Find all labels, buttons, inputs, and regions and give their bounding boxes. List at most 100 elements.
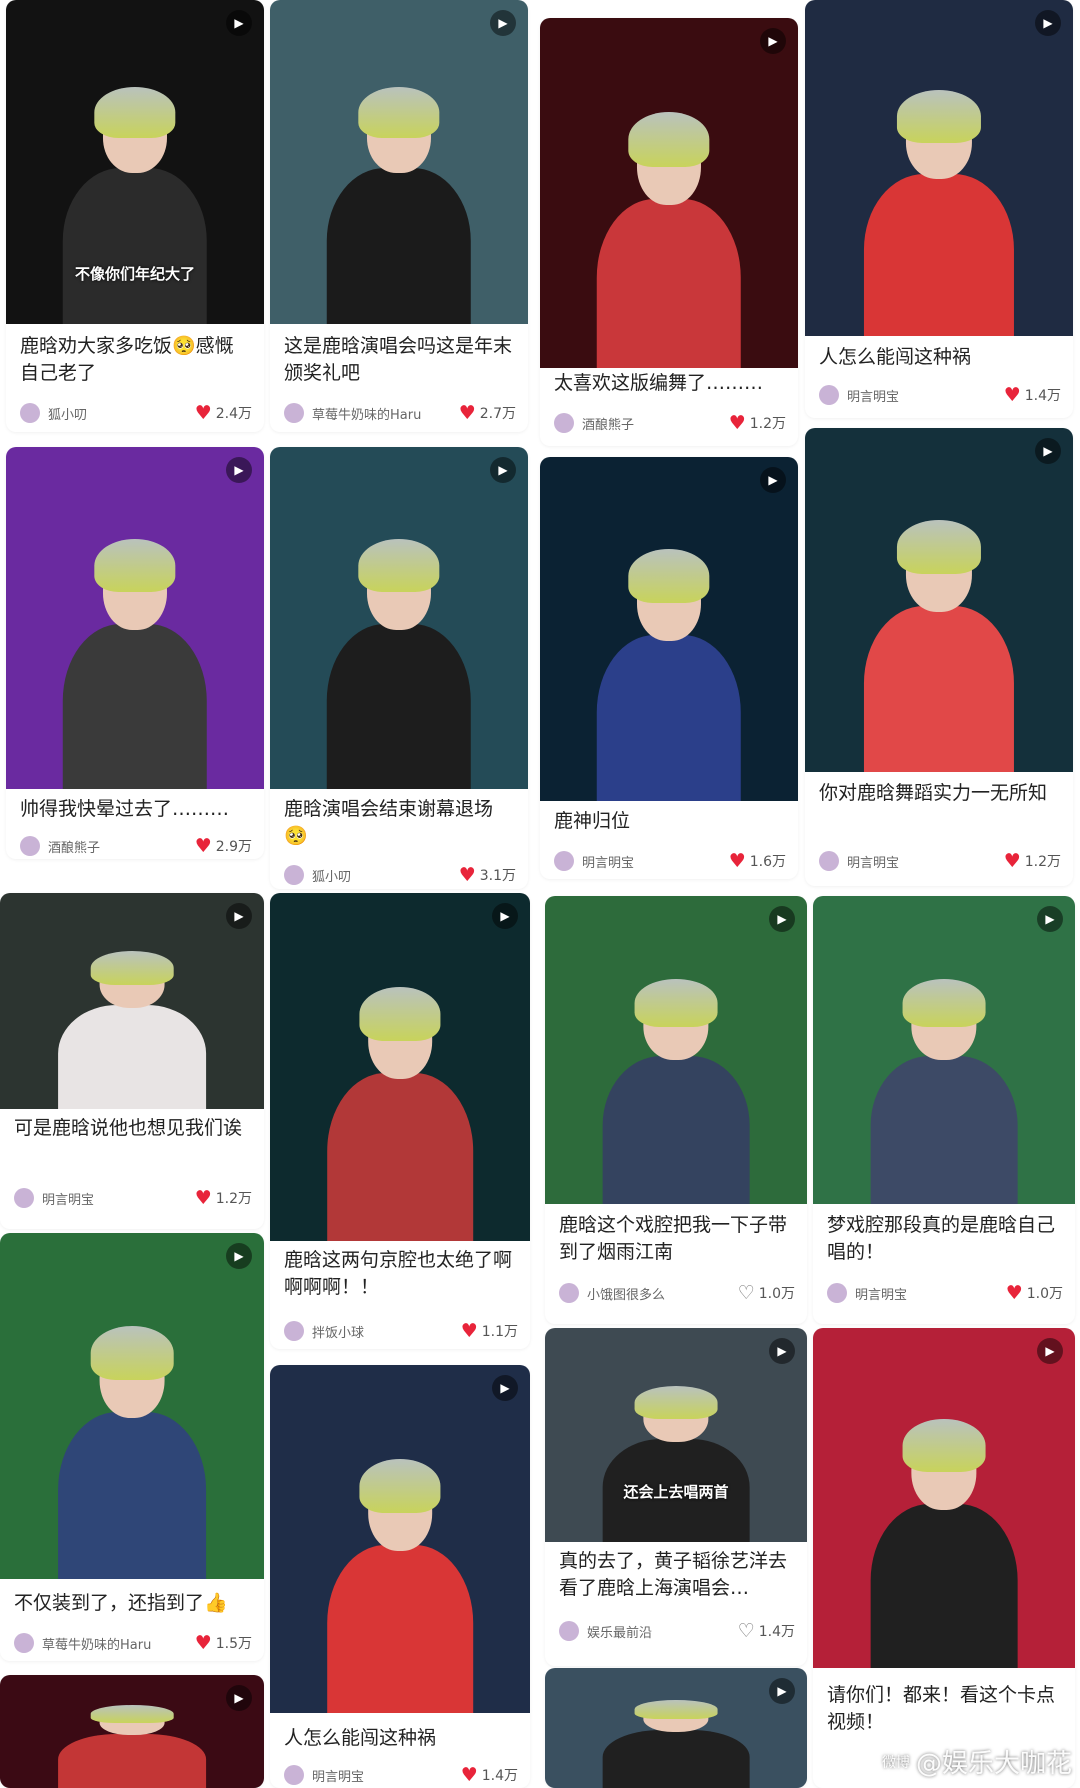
author-name[interactable]: 拌饭小球 [312, 1322, 461, 1341]
video-thumbnail[interactable]: ▶ [270, 0, 528, 324]
like-button[interactable]: ♡ 1.4万 [738, 1621, 795, 1641]
feed-card[interactable]: ▶ 帅得我快晕过去了……… 酒酿熊子 ♥ 2.9万 [6, 447, 264, 859]
avatar[interactable] [559, 1621, 579, 1641]
feed-card[interactable]: 不像你们年纪大了 ▶ 鹿晗劝大家多吃饭🥺感慨自己老了 狐小叨 ♥ 2.4万 [6, 0, 264, 432]
video-thumbnail[interactable]: ▶ [270, 447, 528, 789]
card-title[interactable]: 可是鹿晗说他也想见我们诶 [14, 1115, 252, 1142]
card-title[interactable]: 真的去了，黄子韬徐艺洋去看了鹿晗上海演唱会… [559, 1548, 795, 1602]
like-button[interactable]: ♥ 1.4万 [461, 1765, 518, 1785]
avatar[interactable] [284, 1321, 304, 1341]
author-name[interactable]: 明言明宝 [582, 852, 729, 871]
author-name[interactable]: 明言明宝 [847, 386, 1004, 405]
avatar[interactable] [819, 385, 839, 405]
heart-icon[interactable]: ♥ [195, 1188, 212, 1208]
video-thumbnail[interactable]: ▶ [813, 1328, 1075, 1668]
feed-card[interactable]: ▶ 人怎么能闯这种祸 明言明宝 ♥ 1.4万 [805, 0, 1073, 418]
play-icon[interactable]: ▶ [490, 457, 516, 483]
card-title[interactable]: 你对鹿晗舞蹈实力一无所知 [819, 780, 1061, 807]
video-thumbnail[interactable]: ▶ [540, 457, 798, 801]
feed-card[interactable]: ▶ 请你们！都来！看这个卡点视频！ [813, 1328, 1075, 1788]
play-icon[interactable]: ▶ [226, 457, 252, 483]
feed-card[interactable]: 还会上去唱两首 ▶ 真的去了，黄子韬徐艺洋去看了鹿晗上海演唱会… 娱乐最前沿 ♡ 1.4万 [545, 1328, 807, 1666]
like-button[interactable]: ♥ 1.2万 [195, 1188, 252, 1208]
feed-card[interactable]: ▶ 梦戏腔那段真的是鹿晗自己唱的！ 明言明宝 ♥ 1.0万 [813, 896, 1075, 1324]
feed-card[interactable]: ▶ 鹿神归位 明言明宝 ♥ 1.6万 [540, 457, 798, 879]
card-title[interactable]: 人怎么能闯这种祸 [819, 344, 1061, 371]
play-icon[interactable]: ▶ [226, 10, 252, 36]
feed-card[interactable]: ▶ 可是鹿晗说他也想见我们诶明言明宝 ♥ 1.2万 [0, 893, 264, 1229]
play-icon[interactable]: ▶ [1035, 10, 1061, 36]
avatar[interactable] [20, 403, 40, 423]
avatar[interactable] [554, 851, 574, 871]
video-thumbnail[interactable]: ▶ [270, 1365, 530, 1713]
play-icon[interactable]: ▶ [226, 903, 252, 929]
feed-card[interactable]: ▶ [545, 1668, 807, 1788]
author-name[interactable]: 明言明宝 [847, 852, 1004, 871]
author-name[interactable]: 明言明宝 [855, 1284, 1006, 1303]
avatar[interactable] [819, 851, 839, 871]
heart-icon[interactable]: ♡ [738, 1621, 755, 1641]
card-title[interactable]: 请你们！都来！看这个卡点视频！ [827, 1682, 1063, 1736]
heart-icon[interactable]: ♥ [461, 1321, 478, 1341]
author-name[interactable]: 酒酿熊子 [582, 414, 729, 433]
heart-icon[interactable]: ♥ [461, 1765, 478, 1785]
heart-icon[interactable]: ♥ [195, 403, 212, 423]
author-name[interactable]: 酒酿熊子 [48, 837, 195, 856]
like-button[interactable]: ♥ 1.0万 [1006, 1283, 1063, 1303]
play-icon[interactable]: ▶ [769, 906, 795, 932]
play-icon[interactable]: ▶ [490, 10, 516, 36]
like-button[interactable]: ♥ 1.5万 [195, 1633, 252, 1653]
video-thumbnail[interactable]: ▶ [805, 0, 1073, 336]
avatar[interactable] [14, 1633, 34, 1653]
play-icon[interactable]: ▶ [492, 1375, 518, 1401]
card-title[interactable]: 鹿晗演唱会结束谢幕退场🥺 [284, 796, 516, 850]
card-title[interactable]: 太喜欢这版编舞了……… [554, 370, 786, 397]
play-icon[interactable]: ▶ [226, 1243, 252, 1269]
avatar[interactable] [827, 1283, 847, 1303]
heart-icon[interactable]: ♥ [459, 403, 476, 423]
card-title[interactable]: 鹿晗劝大家多吃饭🥺感慨自己老了 [20, 333, 252, 387]
heart-icon[interactable]: ♡ [738, 1283, 755, 1303]
card-title[interactable]: 帅得我快晕过去了……… [20, 796, 252, 823]
like-button[interactable]: ♥ 2.9万 [195, 836, 252, 856]
play-icon[interactable]: ▶ [1037, 906, 1063, 932]
heart-icon[interactable]: ♥ [729, 851, 746, 871]
card-title[interactable]: 不仅装到了，还指到了👍 [14, 1590, 252, 1617]
video-thumbnail[interactable]: 还会上去唱两首 ▶ [545, 1328, 807, 1542]
video-thumbnail[interactable]: ▶ [805, 428, 1073, 772]
avatar[interactable] [284, 865, 304, 885]
heart-icon[interactable]: ♥ [195, 1633, 212, 1653]
feed-card[interactable]: ▶ 鹿晗这个戏腔把我一下子带到了烟雨江南 小饿图很多么 ♡ 1.0万 [545, 896, 807, 1324]
heart-icon[interactable]: ♥ [1004, 385, 1021, 405]
video-thumbnail[interactable]: ▶ [6, 447, 264, 789]
video-thumbnail[interactable]: ▶ [0, 1675, 264, 1788]
avatar[interactable] [284, 403, 304, 423]
play-icon[interactable]: ▶ [1037, 1338, 1063, 1364]
feed-card[interactable]: ▶ 鹿晗演唱会结束谢幕退场🥺 狐小叨 ♥ 3.1万 [270, 447, 528, 889]
author-name[interactable]: 小饿图很多么 [587, 1284, 738, 1303]
author-name[interactable]: 明言明宝 [312, 1766, 461, 1785]
play-icon[interactable]: ▶ [1035, 438, 1061, 464]
feed-card[interactable]: ▶ 不仅装到了，还指到了👍 草莓牛奶味的Haru ♥ 1.5万 [0, 1233, 264, 1661]
play-icon[interactable]: ▶ [492, 903, 518, 929]
author-name[interactable]: 狐小叨 [48, 404, 195, 423]
author-name[interactable]: 明言明宝 [42, 1189, 195, 1208]
video-thumbnail[interactable]: ▶ [0, 1233, 264, 1579]
author-name[interactable]: 草莓牛奶味的Haru [42, 1634, 195, 1653]
card-title[interactable]: 梦戏腔那段真的是鹿晗自己唱的！ [827, 1212, 1063, 1266]
card-title[interactable]: 人怎么能闯这种祸 [284, 1725, 518, 1752]
play-icon[interactable]: ▶ [226, 1685, 252, 1711]
feed-card[interactable]: ▶ 鹿晗这两句京腔也太绝了啊啊啊啊！！ 拌饭小球 ♥ 1.1万 [270, 893, 530, 1349]
feed-card[interactable]: ▶ 这是鹿晗演唱会吗这是年末颁奖礼吧 草莓牛奶味的Haru ♥ 2.7万 [270, 0, 528, 432]
author-name[interactable]: 狐小叨 [312, 866, 459, 885]
video-thumbnail[interactable]: ▶ [545, 896, 807, 1204]
heart-icon[interactable]: ♥ [459, 865, 476, 885]
heart-icon[interactable]: ♥ [195, 836, 212, 856]
video-thumbnail[interactable]: 不像你们年纪大了 ▶ [6, 0, 264, 324]
play-icon[interactable]: ▶ [769, 1678, 795, 1704]
like-button[interactable]: ♥ 2.7万 [459, 403, 516, 423]
heart-icon[interactable]: ♥ [1006, 1283, 1023, 1303]
like-button[interactable]: ♥ 1.2万 [1004, 851, 1061, 871]
avatar[interactable] [14, 1188, 34, 1208]
card-title[interactable]: 这是鹿晗演唱会吗这是年末颁奖礼吧 [284, 333, 516, 387]
